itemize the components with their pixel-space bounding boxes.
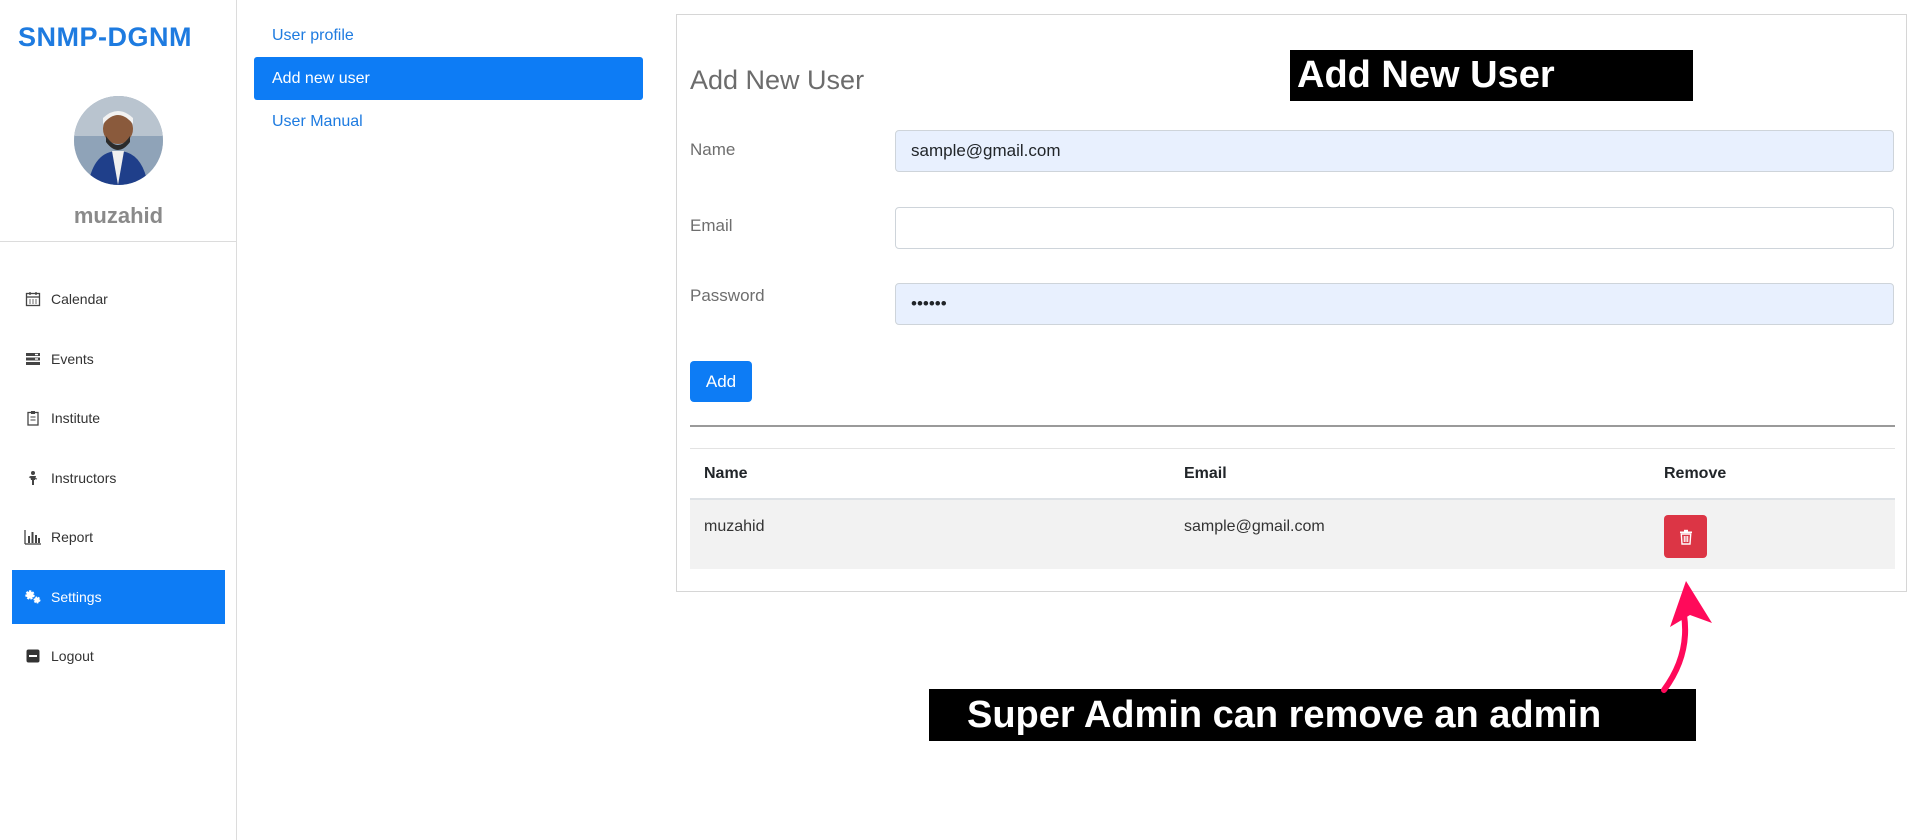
card-title: Add New User: [690, 65, 865, 95]
annotation-title: Add New User: [1290, 50, 1693, 101]
row-email: sample@gmail.com: [1184, 518, 1325, 535]
sidebar-item-label: Report: [51, 529, 94, 545]
add-button[interactable]: Add: [690, 361, 752, 402]
email-label: Email: [690, 216, 733, 235]
sidebar: SNMP-DGNM muzahid Calendar Events Instit…: [0, 0, 237, 840]
trash-icon: [1679, 529, 1693, 545]
name-label: Name: [690, 140, 736, 159]
header-remove: Remove: [1664, 464, 1727, 482]
row-remove-cell: [1650, 515, 1895, 558]
sidebar-item-label: Logout: [51, 648, 94, 664]
pointer-arrow: [1650, 575, 1720, 700]
sidebar-item-settings[interactable]: Settings: [12, 569, 225, 624]
sidebar-item-label: Settings: [51, 588, 102, 605]
events-icon: [24, 350, 42, 368]
avatar: [74, 96, 163, 185]
email-field[interactable]: [895, 207, 1894, 249]
users-table: Name Email Remove muzahid sample@gmail.c…: [690, 448, 1895, 569]
sidebar-item-label: Instructors: [51, 469, 117, 486]
subnav-user-profile[interactable]: User profile: [254, 14, 643, 57]
remove-button[interactable]: [1664, 515, 1707, 558]
sidebar-item-institute[interactable]: Institute: [12, 391, 225, 445]
table-row: muzahid sample@gmail.com: [690, 500, 1895, 569]
institute-icon: [24, 409, 42, 427]
header-email: Email: [1184, 464, 1227, 482]
sidebar-item-label: Institute: [51, 410, 101, 426]
password-label: Password: [690, 286, 765, 305]
subnav-add-new-user[interactable]: Add new user: [254, 57, 643, 100]
table-header: Name Email Remove: [690, 448, 1895, 500]
sidebar-item-label: Calendar: [51, 291, 108, 307]
sidebar-item-instructors[interactable]: Instructors: [12, 451, 225, 505]
sidebar-item-label: Events: [51, 350, 94, 367]
divider: [0, 241, 237, 242]
sidebar-nav: Calendar Events Institute Instructors Re…: [12, 272, 225, 689]
calendar-icon: [24, 290, 42, 308]
divider: [690, 425, 1895, 427]
header-name: Name: [704, 464, 748, 482]
username: muzahid: [73, 203, 164, 228]
chart-icon: [24, 528, 42, 546]
name-field[interactable]: sample@gmail.com: [895, 130, 1894, 172]
settings-subnav: User profile Add new user User Manual: [254, 14, 643, 143]
annotation-note: Super Admin can remove an admin: [929, 689, 1696, 741]
brand-logo[interactable]: SNMP-DGNM: [18, 22, 192, 53]
sidebar-item-events[interactable]: Events: [12, 332, 225, 386]
sidebar-item-report[interactable]: Report: [12, 510, 225, 564]
instructor-icon: [24, 469, 42, 487]
password-field[interactable]: ••••••: [895, 283, 1894, 325]
row-name: muzahid: [704, 518, 765, 535]
logout-icon: [24, 647, 42, 665]
sidebar-item-logout[interactable]: Logout: [12, 629, 225, 683]
subnav-user-manual[interactable]: User Manual: [254, 100, 643, 143]
gears-icon: [24, 588, 42, 606]
sidebar-item-calendar[interactable]: Calendar: [12, 272, 225, 326]
